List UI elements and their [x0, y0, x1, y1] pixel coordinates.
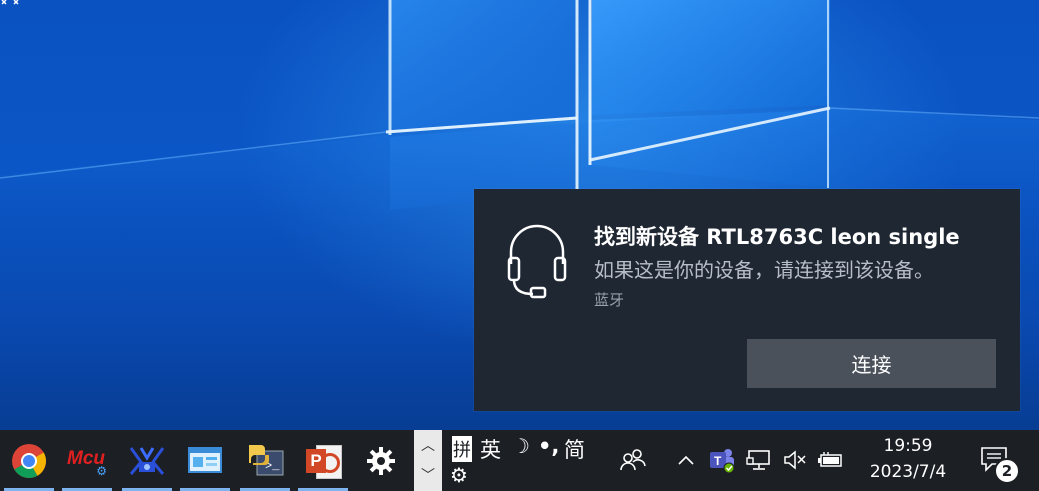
small-gear-icon: ⚙: [96, 463, 107, 478]
teams-tray-icon[interactable]: T: [706, 440, 738, 480]
clock-date: 2023/7/4: [869, 462, 947, 482]
taskbar-app-powerpoint[interactable]: P: [294, 430, 352, 491]
volume-button[interactable]: [780, 440, 810, 480]
ime-settings-icon[interactable]: ⚙: [450, 463, 468, 487]
chevron-up-icon: [678, 455, 694, 465]
notification-count-badge: 2: [994, 458, 1020, 484]
network-wired-icon: [746, 450, 770, 470]
clock-time: 19:59: [883, 436, 933, 456]
people-button[interactable]: [618, 440, 648, 480]
network-tool-icon: [129, 446, 165, 475]
connect-button[interactable]: 连接: [747, 339, 996, 388]
taskbar-clock[interactable]: 19:59 2023/7/4: [848, 432, 968, 490]
gear-icon: [367, 446, 395, 475]
svg-text:T: T: [714, 454, 722, 468]
toast-title: 找到新设备 RTL8763C leon single: [594, 225, 960, 249]
action-center-button[interactable]: 2: [976, 440, 1026, 484]
chrome-icon: [12, 443, 46, 478]
show-hidden-icons-button[interactable]: [674, 440, 698, 480]
ime-simplified-toggle[interactable]: 简: [564, 434, 585, 464]
network-status-button[interactable]: [744, 440, 774, 480]
powerpoint-letter: P: [306, 448, 326, 473]
ime-punctuation-toggle[interactable]: •,: [538, 434, 559, 458]
taskbar-app-network-tool[interactable]: [118, 430, 176, 491]
toast-source: 蓝牙: [594, 291, 625, 309]
power-status-button[interactable]: [816, 440, 846, 480]
teams-icon: T: [710, 449, 735, 474]
taskbar-app-control-panel[interactable]: [176, 430, 234, 491]
chevron-down-icon[interactable]: ﹀: [414, 460, 442, 490]
people-icon: [620, 449, 646, 471]
ime-language-toggle[interactable]: 英: [480, 434, 501, 464]
toast-body: 如果这是你的设备，请连接到该设备。: [594, 258, 934, 282]
chevron-up-icon[interactable]: ︿: [414, 430, 442, 460]
ime-toolbar: 拼 英 ☽ •, 简 ⚙: [442, 430, 602, 491]
mcu-tool-icon: Mcu ⚙: [67, 444, 107, 478]
taskbar-app-mcu[interactable]: Mcu ⚙: [58, 430, 116, 491]
ime-pinyin-button[interactable]: 拼: [452, 436, 472, 462]
python-icon: >_: [249, 444, 284, 475]
close-mark-icon: [1, 0, 19, 5]
taskbar-app-settings[interactable]: [352, 430, 410, 491]
volume-muted-icon: [784, 450, 806, 470]
control-panel-icon: [188, 446, 222, 473]
battery-icon: [818, 452, 842, 467]
ime-scroll-control[interactable]: ︿ ﹀: [414, 430, 442, 491]
powerpoint-icon: P: [306, 444, 342, 479]
taskbar-app-python-tool[interactable]: >_: [236, 430, 294, 491]
ime-fullwidth-toggle[interactable]: ☽: [512, 434, 530, 458]
headset-icon: [507, 224, 567, 299]
bluetooth-device-toast[interactable]: 找到新设备 RTL8763C leon single 如果这是你的设备，请连接到…: [474, 189, 1020, 411]
taskbar-app-chrome[interactable]: [0, 430, 58, 491]
